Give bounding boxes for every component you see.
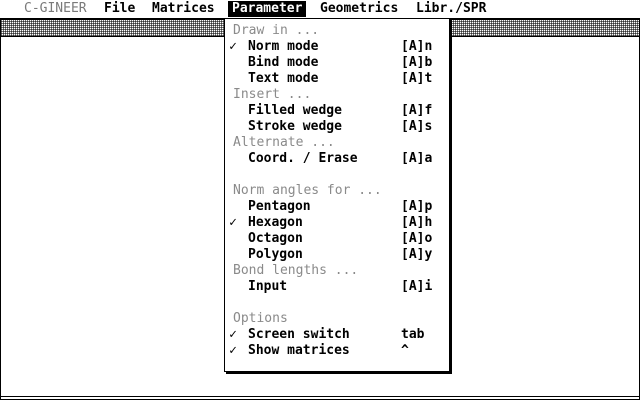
menu-item-label: Input — [248, 279, 288, 294]
parameter-dropdown-menu: Draw in ... ✓ Norm mode [A]n Bind mode [… — [224, 18, 450, 372]
checkmark-icon: ✓ — [229, 215, 237, 230]
checkmark-icon: ✓ — [229, 343, 237, 358]
menu-item-label: Bind mode — [248, 55, 319, 70]
menu-item-coord-erase[interactable]: Coord. / Erase [A]a — [225, 151, 449, 167]
section-bond-lengths-label: Bond lengths ... — [233, 263, 359, 278]
section-alternate: Alternate ... — [225, 135, 449, 151]
menu-item-label: Hexagon — [248, 215, 303, 230]
menu-item-label: Octagon — [248, 231, 303, 246]
menu-item-label: Filled wedge — [248, 103, 342, 118]
section-norm-angles-label: Norm angles for ... — [233, 183, 382, 198]
section-draw-in-label: Draw in ... — [233, 23, 320, 38]
section-options-label: Options — [233, 311, 288, 326]
menu-item-shortcut: [A]p — [401, 199, 433, 214]
menu-item-shortcut: [A]t — [401, 71, 433, 86]
menu-item-bind-mode[interactable]: Bind mode [A]b — [225, 55, 449, 71]
menu-item-shortcut: [A]i — [401, 279, 433, 294]
menu-item-label: Pentagon — [248, 199, 311, 214]
menu-libr-spr[interactable]: Libr./SPR — [412, 1, 490, 17]
menu-item-shortcut: [A]a — [401, 151, 433, 166]
menu-item-label: Coord. / Erase — [248, 151, 358, 166]
menu-item-label: Show matrices — [248, 343, 350, 358]
menu-item-label: Polygon — [248, 247, 303, 262]
desktop-screen: C-GINEER File Matrices Parameter Geometr… — [0, 0, 640, 400]
menu-item-label: Screen switch — [248, 327, 350, 342]
menu-item-shortcut: [A]n — [401, 39, 433, 54]
menu-item-input[interactable]: Input [A]i — [225, 279, 449, 295]
menu-item-screen-switch[interactable]: ✓ Screen switch tab — [225, 327, 449, 343]
menu-file[interactable]: File — [100, 1, 139, 17]
menu-matrices[interactable]: Matrices — [148, 1, 219, 17]
menu-geometrics[interactable]: Geometrics — [316, 1, 402, 17]
section-options: Options — [225, 311, 449, 327]
section-alternate-label: Alternate ... — [233, 135, 335, 150]
menu-item-shortcut: [A]f — [401, 103, 433, 118]
menu-parameter[interactable]: Parameter — [228, 1, 307, 17]
menu-item-shortcut: tab — [401, 327, 425, 342]
menu-item-shortcut: ^ — [401, 343, 409, 358]
checkmark-icon: ✓ — [229, 39, 237, 54]
menu-item-shortcut: [A]h — [401, 215, 433, 230]
menu-item-norm-mode[interactable]: ✓ Norm mode [A]n — [225, 39, 449, 55]
checkmark-icon: ✓ — [229, 327, 237, 342]
menu-item-polygon[interactable]: Polygon [A]y — [225, 247, 449, 263]
menu-item-label: Stroke wedge — [248, 119, 342, 134]
menu-item-shortcut: [A]b — [401, 55, 433, 70]
menu-item-label: Text mode — [248, 71, 319, 86]
menu-bar: C-GINEER File Matrices Parameter Geometr… — [0, 0, 640, 19]
menu-app-title[interactable]: C-GINEER — [20, 1, 91, 17]
section-norm-angles: Norm angles for ... — [225, 183, 449, 199]
menu-item-text-mode[interactable]: Text mode [A]t — [225, 71, 449, 87]
section-insert: Insert ... — [225, 87, 449, 103]
window-bottom-border — [1, 396, 639, 399]
section-draw-in: Draw in ... — [225, 23, 449, 39]
menu-item-filled-wedge[interactable]: Filled wedge [A]f — [225, 103, 449, 119]
menu-item-hexagon[interactable]: ✓ Hexagon [A]h — [225, 215, 449, 231]
menu-item-shortcut: [A]y — [401, 247, 433, 262]
menu-item-stroke-wedge[interactable]: Stroke wedge [A]s — [225, 119, 449, 135]
menu-item-pentagon[interactable]: Pentagon [A]p — [225, 199, 449, 215]
menu-item-octagon[interactable]: Octagon [A]o — [225, 231, 449, 247]
section-insert-label: Insert ... — [233, 87, 312, 102]
section-bond-lengths: Bond lengths ... — [225, 263, 449, 279]
menu-item-shortcut: [A]s — [401, 119, 433, 134]
menu-item-label: Norm mode — [248, 39, 319, 54]
menu-item-show-matrices[interactable]: ✓ Show matrices ^ — [225, 343, 449, 359]
menu-item-shortcut: [A]o — [401, 231, 433, 246]
